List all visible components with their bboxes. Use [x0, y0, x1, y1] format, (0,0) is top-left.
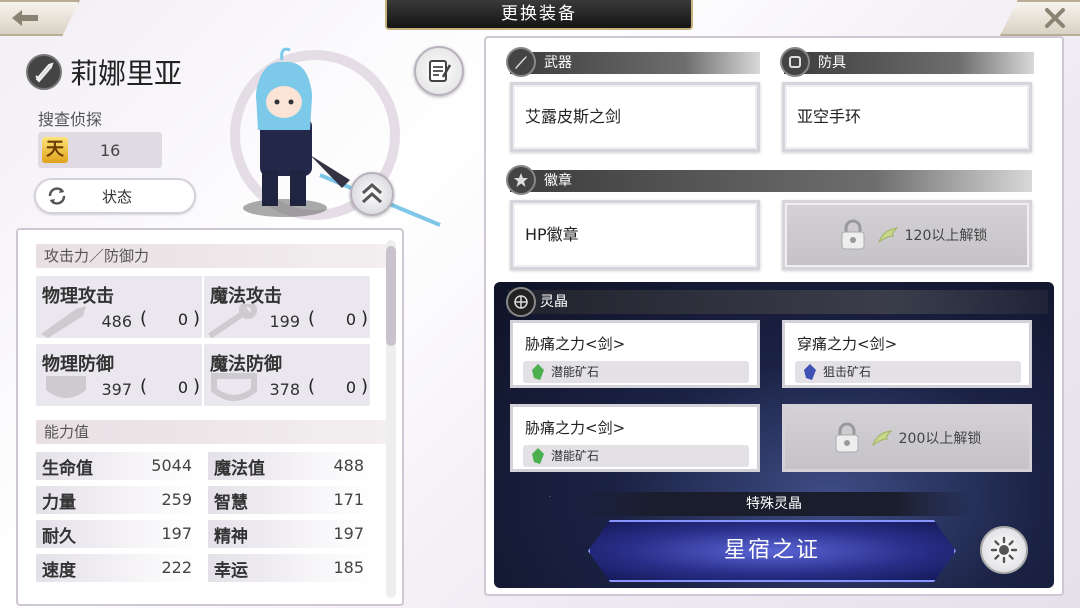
constellation-seal-button[interactable]: 星宿之证: [588, 520, 956, 582]
lock-icon: [841, 219, 865, 250]
stats-scrollbar[interactable]: [386, 240, 396, 598]
bracelet-icon: [780, 47, 810, 77]
weapon-slot[interactable]: 艾露皮斯之剑: [510, 82, 760, 152]
back-button[interactable]: [0, 0, 80, 36]
crystal-slot-3[interactable]: 胁痛之力<剑> 潜能矿石: [510, 404, 760, 472]
stats-panel: 攻击力／防御力 物理攻击 486 (0) 魔法攻击 199 (0) 物理防御 3…: [16, 228, 404, 606]
ability-header: 能力值: [36, 420, 388, 444]
character-class: 搜查侦探: [38, 110, 103, 129]
lock-icon: [835, 422, 859, 453]
close-button[interactable]: [1000, 0, 1080, 36]
crystal-slot-1[interactable]: 胁痛之力<剑> 潜能矿石: [510, 320, 760, 388]
wing-icon: [877, 227, 899, 244]
double-chevron-up-icon: [362, 182, 382, 204]
crystal-locked-slot: 200以上解锁: [782, 404, 1032, 472]
stat-physical-defense: 物理防御 397 (0): [36, 344, 202, 406]
sword-icon: [506, 47, 536, 77]
stat-magic-attack: 魔法攻击 199 (0): [204, 276, 370, 338]
ability-strength: 力量 259: [36, 486, 202, 514]
badge-header: 徽章: [506, 165, 1032, 195]
sword-class-icon: [26, 54, 62, 90]
shield-icon: [46, 376, 86, 398]
crystal-slot-2[interactable]: 穿痛之力<剑> 狙击矿石: [782, 320, 1032, 388]
status-button[interactable]: 状态: [34, 178, 196, 214]
rank-badge: 天: [42, 137, 68, 163]
stat-magic-defense: 魔法防御 378 (0): [204, 344, 370, 406]
ability-intelligence: 智慧 171: [208, 486, 374, 514]
page-title: 更换装备: [385, 0, 693, 30]
status-label: 状态: [101, 187, 132, 206]
sun-icon: [990, 536, 1018, 564]
crystal-panel: 灵晶 胁痛之力<剑> 潜能矿石 穿痛之力<剑> 狙击矿石 胁痛之力<剑> 潜能矿…: [494, 282, 1054, 588]
sword-icon: [41, 306, 86, 338]
character-name: 莉娜里亚: [70, 57, 183, 90]
ability-hp: 生命值 5044: [36, 452, 202, 480]
sun-settings-button[interactable]: [980, 526, 1028, 574]
ability-endurance: 耐久 197: [36, 520, 202, 548]
blue-ore-icon: [804, 364, 816, 380]
armor-slot[interactable]: 亚空手环: [782, 82, 1032, 152]
stat-physical-attack: 物理攻击 486 (0): [36, 276, 202, 338]
star-icon: [506, 165, 536, 195]
special-crystal-label: 特殊灵晶: [574, 492, 974, 516]
attack-defense-header: 攻击力／防御力: [36, 244, 388, 268]
rank-box: 天 16: [38, 132, 162, 168]
memo-button[interactable]: [414, 46, 464, 96]
close-icon: [1045, 8, 1065, 28]
note-icon: [429, 60, 452, 82]
green-ore-icon: [532, 364, 544, 380]
crystal-header: 灵晶: [506, 287, 1048, 317]
badge-locked-slot: 120以上解锁: [782, 200, 1032, 270]
ability-spirit: 精神 197: [208, 520, 374, 548]
equipment-panel: 武器 艾露皮斯之剑 防具 亚空手环 徽章 HP徽章 120以上解锁 灵晶 胁痛之…: [484, 36, 1064, 596]
refresh-icon: [48, 187, 66, 205]
back-arrow-icon: [12, 10, 38, 26]
armor-header: 防具: [780, 47, 1034, 77]
staff-icon: [208, 304, 258, 338]
crystal-emblem-icon: [506, 287, 536, 317]
badge-slot[interactable]: HP徽章: [510, 200, 760, 270]
green-ore-icon: [532, 448, 544, 464]
wing-icon: [871, 430, 893, 447]
magic-shield-icon: [211, 373, 257, 401]
ability-speed: 速度 222: [36, 554, 202, 582]
ability-luck: 幸运 185: [208, 554, 374, 582]
ability-mp: 魔法值 488: [208, 452, 374, 480]
weapon-header: 武器: [506, 47, 760, 77]
level-up-button[interactable]: [350, 172, 394, 216]
rank-value: 16: [100, 140, 121, 160]
